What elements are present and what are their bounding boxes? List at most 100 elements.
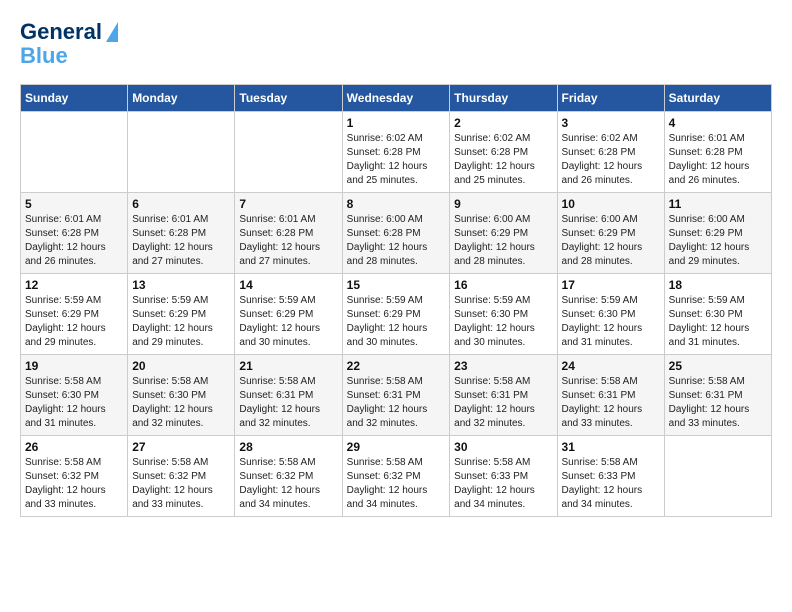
day-info: Sunrise: 5:58 AM Sunset: 6:31 PM Dayligh… [239,375,337,431]
calendar-cell: 5 Sunrise: 6:01 AM Sunset: 6:28 PM Daylig… [21,193,128,274]
day-info: Sunrise: 5:59 AM Sunset: 6:30 PM Dayligh… [669,294,767,350]
calendar-week-row: 26 Sunrise: 5:58 AM Sunset: 6:32 PM Dayli… [21,436,772,517]
day-info: Sunrise: 5:59 AM Sunset: 6:29 PM Dayligh… [347,294,446,350]
calendar-cell: 30 Sunrise: 5:58 AM Sunset: 6:33 PM Dayli… [450,436,557,517]
day-info: Sunrise: 5:59 AM Sunset: 6:30 PM Dayligh… [562,294,660,350]
day-number: 18 [669,278,767,292]
calendar-cell: 23 Sunrise: 5:58 AM Sunset: 6:31 PM Dayli… [450,355,557,436]
day-number: 20 [132,359,230,373]
day-info: Sunrise: 5:58 AM Sunset: 6:33 PM Dayligh… [562,456,660,512]
calendar-cell: 4Sunrise: 6:01 AM Sunset: 6:28 PM Daylig… [664,112,771,193]
calendar-cell: 15 Sunrise: 5:59 AM Sunset: 6:29 PM Dayli… [342,274,450,355]
calendar-header-monday: Monday [128,85,235,112]
calendar-week-row: 19 Sunrise: 5:58 AM Sunset: 6:30 PM Dayli… [21,355,772,436]
day-info: Sunrise: 6:01 AM Sunset: 6:28 PM Dayligh… [239,213,337,269]
calendar-week-row: 12 Sunrise: 5:59 AM Sunset: 6:29 PM Dayli… [21,274,772,355]
day-number: 24 [562,359,660,373]
logo-line1: General [20,20,102,44]
day-info: Sunrise: 6:02 AM Sunset: 6:28 PM Dayligh… [454,132,552,188]
calendar-cell [128,112,235,193]
calendar-cell: 1Sunrise: 6:02 AM Sunset: 6:28 PM Daylig… [342,112,450,193]
logo-line2: Blue [20,44,68,68]
calendar-cell [664,436,771,517]
calendar-week-row: 1Sunrise: 6:02 AM Sunset: 6:28 PM Daylig… [21,112,772,193]
calendar-cell: 28Sunrise: 5:58 AM Sunset: 6:32 PM Dayli… [235,436,342,517]
calendar-header-tuesday: Tuesday [235,85,342,112]
day-number: 31 [562,440,660,454]
calendar-header-sunday: Sunday [21,85,128,112]
day-number: 26 [25,440,123,454]
day-number: 8 [347,197,446,211]
day-number: 19 [25,359,123,373]
day-info: Sunrise: 6:00 AM Sunset: 6:29 PM Dayligh… [454,213,552,269]
day-number: 28 [239,440,337,454]
day-info: Sunrise: 6:01 AM Sunset: 6:28 PM Dayligh… [25,213,123,269]
calendar-cell: 26 Sunrise: 5:58 AM Sunset: 6:32 PM Dayli… [21,436,128,517]
logo-icon [106,22,118,42]
calendar-header-row: SundayMondayTuesdayWednesdayThursdayFrid… [21,85,772,112]
day-number: 5 [25,197,123,211]
calendar-cell: 13Sunrise: 5:59 AM Sunset: 6:29 PM Dayli… [128,274,235,355]
calendar-cell: 16Sunrise: 5:59 AM Sunset: 6:30 PM Dayli… [450,274,557,355]
calendar-cell: 22Sunrise: 5:58 AM Sunset: 6:31 PM Dayli… [342,355,450,436]
calendar-cell [235,112,342,193]
day-number: 30 [454,440,552,454]
day-number: 6 [132,197,230,211]
day-info: Sunrise: 6:02 AM Sunset: 6:28 PM Dayligh… [562,132,660,188]
day-number: 7 [239,197,337,211]
day-number: 12 [25,278,123,292]
calendar-cell: 17 Sunrise: 5:59 AM Sunset: 6:30 PM Dayli… [557,274,664,355]
calendar-header-saturday: Saturday [664,85,771,112]
calendar-cell: 2 Sunrise: 6:02 AM Sunset: 6:28 PM Daylig… [450,112,557,193]
day-info: Sunrise: 5:58 AM Sunset: 6:31 PM Dayligh… [454,375,552,431]
calendar-cell: 12 Sunrise: 5:59 AM Sunset: 6:29 PM Dayli… [21,274,128,355]
day-number: 3 [562,116,660,130]
day-number: 29 [347,440,446,454]
day-info: Sunrise: 5:59 AM Sunset: 6:30 PM Dayligh… [454,294,552,350]
day-number: 13 [132,278,230,292]
day-info: Sunrise: 6:01 AM Sunset: 6:28 PM Dayligh… [132,213,230,269]
day-number: 2 [454,116,552,130]
day-number: 11 [669,197,767,211]
day-info: Sunrise: 5:59 AM Sunset: 6:29 PM Dayligh… [25,294,123,350]
calendar-week-row: 5 Sunrise: 6:01 AM Sunset: 6:28 PM Daylig… [21,193,772,274]
day-info: Sunrise: 5:58 AM Sunset: 6:31 PM Dayligh… [669,375,767,431]
calendar-table: SundayMondayTuesdayWednesdayThursdayFrid… [20,84,772,517]
day-number: 25 [669,359,767,373]
calendar-cell [21,112,128,193]
calendar-header-wednesday: Wednesday [342,85,450,112]
calendar-cell: 21 Sunrise: 5:58 AM Sunset: 6:31 PM Dayli… [235,355,342,436]
calendar-cell: 11Sunrise: 6:00 AM Sunset: 6:29 PM Dayli… [664,193,771,274]
calendar-header-friday: Friday [557,85,664,112]
day-number: 14 [239,278,337,292]
day-number: 9 [454,197,552,211]
day-number: 15 [347,278,446,292]
calendar-cell: 27Sunrise: 5:58 AM Sunset: 6:32 PM Dayli… [128,436,235,517]
day-number: 10 [562,197,660,211]
day-info: Sunrise: 6:02 AM Sunset: 6:28 PM Dayligh… [347,132,446,188]
day-number: 23 [454,359,552,373]
calendar-cell: 14Sunrise: 5:59 AM Sunset: 6:29 PM Dayli… [235,274,342,355]
day-info: Sunrise: 5:58 AM Sunset: 6:30 PM Dayligh… [25,375,123,431]
day-info: Sunrise: 5:58 AM Sunset: 6:31 PM Dayligh… [562,375,660,431]
calendar-cell: 6 Sunrise: 6:01 AM Sunset: 6:28 PM Daylig… [128,193,235,274]
day-number: 17 [562,278,660,292]
calendar-cell: 20Sunrise: 5:58 AM Sunset: 6:30 PM Dayli… [128,355,235,436]
calendar-cell: 9 Sunrise: 6:00 AM Sunset: 6:29 PM Daylig… [450,193,557,274]
day-info: Sunrise: 5:58 AM Sunset: 6:32 PM Dayligh… [347,456,446,512]
day-number: 21 [239,359,337,373]
logo: General Blue [20,20,118,68]
calendar-cell: 7 Sunrise: 6:01 AM Sunset: 6:28 PM Daylig… [235,193,342,274]
day-number: 4 [669,116,767,130]
calendar-cell: 31 Sunrise: 5:58 AM Sunset: 6:33 PM Dayli… [557,436,664,517]
calendar-cell: 8 Sunrise: 6:00 AM Sunset: 6:28 PM Daylig… [342,193,450,274]
page-header: General Blue [20,20,772,68]
day-info: Sunrise: 6:00 AM Sunset: 6:28 PM Dayligh… [347,213,446,269]
day-number: 22 [347,359,446,373]
day-info: Sunrise: 5:58 AM Sunset: 6:32 PM Dayligh… [25,456,123,512]
calendar-header-thursday: Thursday [450,85,557,112]
day-info: Sunrise: 5:58 AM Sunset: 6:33 PM Dayligh… [454,456,552,512]
day-number: 27 [132,440,230,454]
calendar-cell: 3 Sunrise: 6:02 AM Sunset: 6:28 PM Daylig… [557,112,664,193]
calendar-cell: 10Sunrise: 6:00 AM Sunset: 6:29 PM Dayli… [557,193,664,274]
